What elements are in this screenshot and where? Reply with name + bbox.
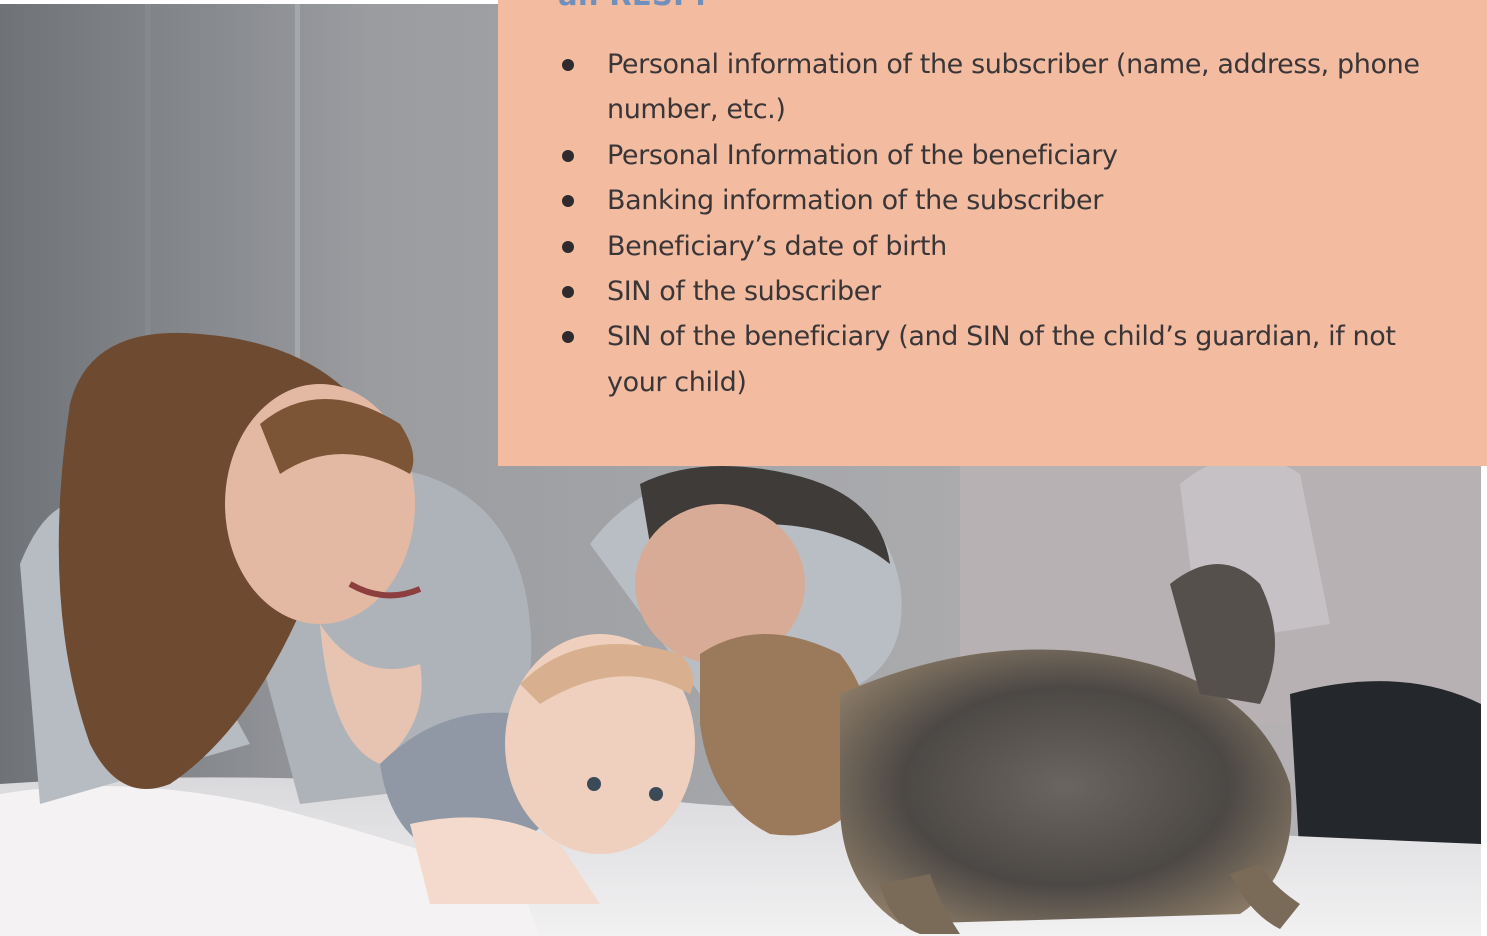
list-item: Banking information of the subscriber — [558, 178, 1458, 223]
list-item: Personal information of the subscriber (… — [558, 42, 1458, 133]
list-item: Personal Information of the beneficiary — [558, 133, 1458, 178]
list-item-text: Personal Information of the beneficiary — [607, 139, 1118, 171]
bullet-icon — [562, 240, 574, 253]
bullet-icon — [562, 286, 574, 299]
list-item-text: Beneficiary’s date of birth — [607, 230, 947, 262]
card-heading: an RESP: — [558, 0, 707, 12]
bullet-icon — [562, 59, 574, 71]
bullet-icon — [562, 331, 574, 344]
requirements-list: Personal information of the subscriber (… — [558, 42, 1458, 405]
list-item-text: SIN of the subscriber — [607, 276, 881, 308]
list-item-text: SIN of the beneficiary (and SIN of the c… — [607, 321, 1396, 398]
list-item: SIN of the beneficiary (and SIN of the c… — [558, 314, 1458, 405]
bullet-icon — [562, 149, 574, 162]
list-item: SIN of the subscriber — [558, 269, 1458, 314]
list-item: Beneficiary’s date of birth — [558, 224, 1458, 269]
resp-requirements-card: an RESP: Personal information of the sub… — [498, 0, 1487, 466]
bullet-icon — [562, 195, 574, 208]
list-item-text: Banking information of the subscriber — [607, 185, 1103, 217]
list-item-text: Personal information of the subscriber (… — [607, 49, 1420, 126]
